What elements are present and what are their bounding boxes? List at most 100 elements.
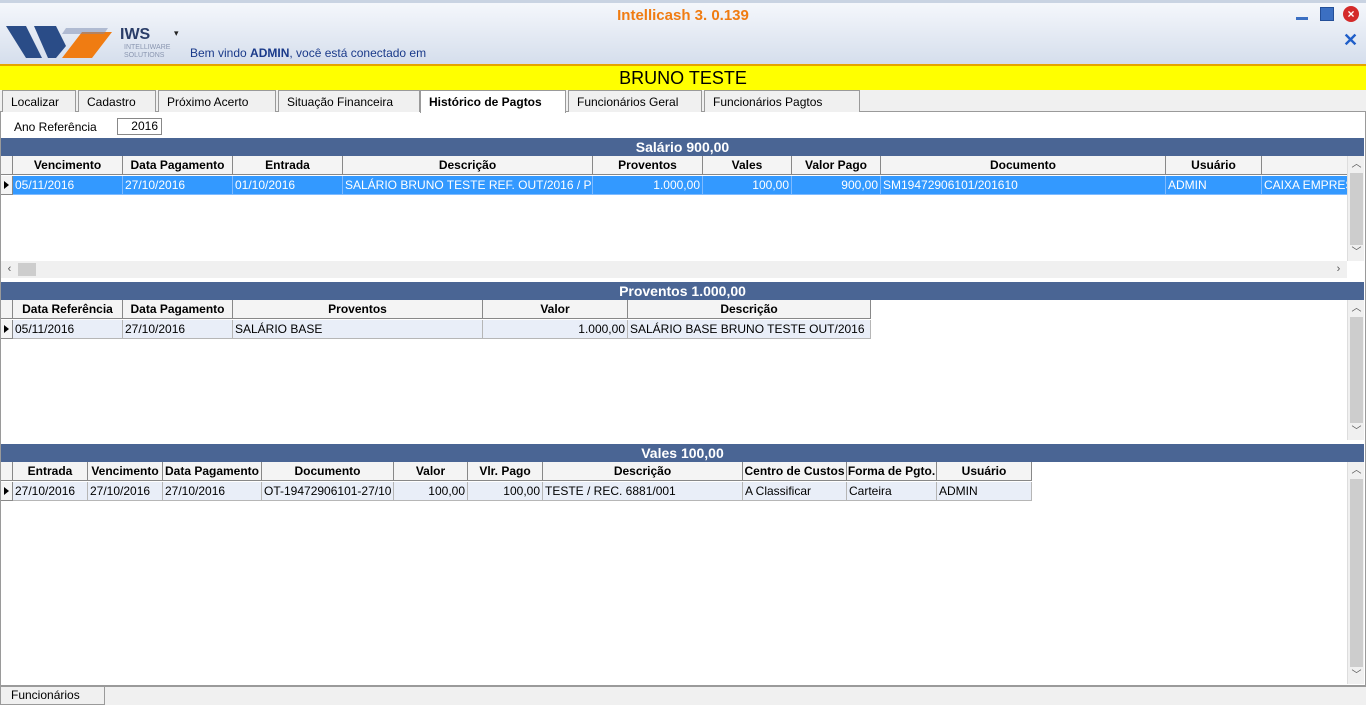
scroll-thumb[interactable] (18, 263, 36, 276)
cell-vales[interactable]: 100,00 (703, 176, 792, 195)
col-usuario[interactable]: Usuário (1166, 156, 1262, 175)
ano-referencia-input[interactable]: 2016 (117, 118, 162, 135)
minimize-icon[interactable] (1295, 7, 1309, 21)
scroll-thumb[interactable] (1350, 479, 1363, 667)
cell-valor[interactable]: 1.000,00 (483, 320, 628, 339)
salario-horizontal-scrollbar[interactable]: ‹ › (1, 261, 1347, 278)
salario-section-title: Salário 900,00 (1, 138, 1364, 156)
col-descricao[interactable]: Descrição (343, 156, 593, 175)
col-valor-pago[interactable]: Valor Pago (792, 156, 881, 175)
col-entrada[interactable]: Entrada (233, 156, 343, 175)
cell-vencimento[interactable]: 27/10/2016 (88, 482, 163, 501)
cell-centro-de-custos[interactable]: A Classificar (743, 482, 847, 501)
vales-grid: Entrada Vencimento Data Pagamento Docume… (1, 462, 1348, 684)
tab-funcionarios-pagtos[interactable]: Funcionários Pagtos (704, 90, 860, 112)
header-indicator (1, 462, 13, 481)
col-valor[interactable]: Valor (394, 462, 468, 481)
close-icon[interactable]: × (1343, 6, 1359, 22)
col-data-pagamento[interactable]: Data Pagamento (123, 300, 233, 319)
vales-vertical-scrollbar[interactable]: ︿ ﹀ (1347, 462, 1364, 684)
salario-grid: Vencimento Data Pagamento Entrada Descri… (1, 156, 1348, 261)
scroll-down-icon[interactable]: ﹀ (1348, 423, 1365, 440)
scroll-down-icon[interactable]: ﹀ (1348, 244, 1365, 261)
proventos-section-title: Proventos 1.000,00 (1, 282, 1364, 300)
tab-funcionarios[interactable]: Funcionários (0, 687, 105, 705)
scroll-thumb[interactable] (1350, 173, 1363, 245)
scroll-down-icon[interactable]: ﹀ (1348, 667, 1365, 684)
row-indicator-icon (1, 482, 13, 501)
tab-cadastro[interactable]: Cadastro (78, 90, 156, 112)
col-data-pagamento[interactable]: Data Pagamento (163, 462, 262, 481)
welcome-user: ADMIN (250, 46, 290, 60)
cell-descricao[interactable]: SALÁRIO BRUNO TESTE REF. OUT/2016 / PO (343, 176, 593, 195)
maximize-icon[interactable] (1320, 7, 1334, 21)
cell-descricao[interactable]: SALÁRIO BASE BRUNO TESTE OUT/2016 (628, 320, 871, 339)
scroll-up-icon[interactable]: ︿ (1348, 300, 1365, 317)
col-vlr-pago[interactable]: Vlr. Pago (468, 462, 543, 481)
proventos-vertical-scrollbar[interactable]: ︿ ﹀ (1347, 300, 1364, 440)
col-proventos[interactable]: Proventos (233, 300, 483, 319)
welcome-suffix: , você está conectado em (289, 46, 427, 60)
welcome-prefix: Bem vindo (190, 46, 251, 60)
vales-section-title: Vales 100,00 (1, 444, 1364, 462)
col-entrada[interactable]: Entrada (13, 462, 88, 481)
cell-entrada[interactable]: 27/10/2016 (13, 482, 88, 501)
cell-data-pagamento[interactable]: 27/10/2016 (123, 176, 233, 195)
scroll-up-icon[interactable]: ︿ (1348, 462, 1365, 479)
row-indicator-icon (1, 320, 13, 339)
col-documento[interactable]: Documento (881, 156, 1166, 175)
tab-funcionarios-geral[interactable]: Funcionários Geral (568, 90, 702, 112)
cell-usuario[interactable]: ADMIN (937, 482, 1032, 501)
cell-usuario[interactable]: ADMIN (1166, 176, 1262, 195)
cell-forma-de-pgto[interactable]: Carteira (847, 482, 937, 501)
cell-valor[interactable]: 100,00 (394, 482, 468, 501)
col-descricao[interactable]: Descrição (543, 462, 743, 481)
cell-data-pagamento[interactable]: 27/10/2016 (123, 320, 233, 339)
tab-situacao-financeira[interactable]: Situação Financeira (278, 90, 420, 112)
cell-proventos[interactable]: 1.000,00 (593, 176, 703, 195)
col-vales[interactable]: Vales (703, 156, 792, 175)
col-centro-de-custos[interactable]: Centro de Custos (743, 462, 847, 481)
col-vencimento[interactable]: Vencimento (88, 462, 163, 481)
scroll-thumb[interactable] (1350, 317, 1363, 423)
col-forma-de-pgto[interactable]: Forma de Pgto. (847, 462, 937, 481)
cell-data-pagamento[interactable]: 27/10/2016 (163, 482, 262, 501)
cell-documento[interactable]: OT-19472906101-27/10 (262, 482, 394, 501)
scroll-right-icon[interactable]: › (1330, 261, 1347, 278)
tab-historico-pagtos[interactable]: Histórico de Pagtos (420, 90, 566, 113)
cell-vencimento[interactable]: 05/11/2016 (13, 176, 123, 195)
iws-logo (6, 26, 112, 58)
cell-documento[interactable]: SM19472906101/201610 (881, 176, 1166, 195)
salario-vertical-scrollbar[interactable]: ︿ ﹀ (1347, 156, 1364, 261)
cell-entrada[interactable]: 01/10/2016 (233, 176, 343, 195)
top-strip (0, 0, 1366, 3)
col-data-referencia[interactable]: Data Referência (13, 300, 123, 319)
col-valor[interactable]: Valor (483, 300, 628, 319)
cell-proventos[interactable]: SALÁRIO BASE (233, 320, 483, 339)
cell-vlr-pago[interactable]: 100,00 (468, 482, 543, 501)
tab-localizar[interactable]: Localizar (2, 90, 76, 112)
scroll-up-icon[interactable]: ︿ (1348, 156, 1365, 173)
col-vencimento[interactable]: Vencimento (13, 156, 123, 175)
client-name-bar: BRUNO TESTE (0, 64, 1366, 90)
cell-valor-pago[interactable]: 900,00 (792, 176, 881, 195)
col-proventos[interactable]: Proventos (593, 156, 703, 175)
menu-dropdown-icon[interactable]: ▾ (174, 28, 179, 39)
col-extra[interactable] (1262, 156, 1348, 175)
scroll-left-icon[interactable]: ‹ (1, 261, 18, 278)
proventos-grid: Data Referência Data Pagamento Proventos… (1, 300, 1348, 440)
cell-descricao[interactable]: TESTE / REC. 6881/001 (543, 482, 743, 501)
header-indicator (1, 300, 13, 319)
logo-subtitle: INTELLIWARE SOLUTIONS (124, 44, 171, 59)
cell-extra[interactable]: CAIXA EMPRESA (1262, 176, 1348, 195)
tab-strip: Localizar Cadastro Próximo Acerto Situaç… (0, 90, 1366, 113)
col-documento[interactable]: Documento (262, 462, 394, 481)
welcome-message: Bem vindo ADMIN, você está conectado em (190, 46, 426, 60)
close-x-icon[interactable]: ✕ (1343, 31, 1358, 49)
col-descricao[interactable]: Descrição (628, 300, 871, 319)
cell-data-referencia[interactable]: 05/11/2016 (13, 320, 123, 339)
tab-proximo-acerto[interactable]: Próximo Acerto (158, 90, 276, 112)
col-data-pagamento[interactable]: Data Pagamento (123, 156, 233, 175)
row-indicator-icon (1, 176, 13, 195)
col-usuario[interactable]: Usuário (937, 462, 1032, 481)
